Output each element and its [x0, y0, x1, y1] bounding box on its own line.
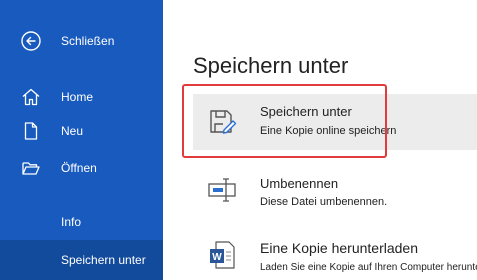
sidebar-item-label: Neu: [61, 124, 84, 138]
option-subtitle: Laden Sie eine Kopie auf Ihren Computer …: [260, 262, 477, 273]
word-document-icon: W: [205, 238, 239, 272]
option-title: Speichern unter: [260, 104, 352, 119]
option-title: Umbenennen: [260, 176, 339, 191]
page-title: Speichern unter: [193, 53, 349, 78]
rename-option[interactable]: Umbenennen Diese Datei umbenennen.: [193, 170, 477, 214]
option-subtitle: Diese Datei umbenennen.: [260, 196, 388, 208]
option-subtitle: Eine Kopie online speichern: [260, 125, 397, 137]
back-button[interactable]: Schließen: [0, 23, 163, 59]
new-document-icon: [20, 120, 42, 142]
rename-icon: [205, 174, 239, 208]
open-folder-icon: [20, 157, 42, 179]
home-icon: [20, 86, 42, 108]
download-copy-option[interactable]: W Eine Kopie herunterladen Laden Sie ein…: [193, 234, 477, 280]
sidebar-item-label: Home: [61, 90, 94, 104]
sidebar-item-label: Öffnen: [61, 161, 97, 175]
sidebar-item-save-as[interactable]: Speichern unter: [0, 240, 163, 280]
save-as-option[interactable]: Speichern unter Eine Kopie online speich…: [193, 94, 477, 150]
sidebar-item-home[interactable]: Home: [0, 79, 163, 115]
option-title: Eine Kopie herunterladen: [260, 240, 419, 256]
sidebar-item-new[interactable]: Neu: [0, 113, 163, 149]
sidebar-item-label: Speichern unter: [61, 253, 146, 267]
back-label: Schließen: [61, 34, 115, 48]
sidebar-item-info[interactable]: Info: [0, 204, 163, 240]
svg-text:W: W: [212, 252, 222, 263]
sidebar-item-open[interactable]: Öffnen: [0, 150, 163, 186]
main-panel: Speichern unter Speichern unter Eine Kop…: [163, 0, 477, 280]
back-arrow-icon: [20, 30, 42, 52]
sidebar-item-label: Info: [61, 215, 82, 229]
save-as-icon: [205, 105, 239, 139]
sidebar: Schließen Home Neu Öffnen Info Speichern…: [0, 0, 163, 280]
